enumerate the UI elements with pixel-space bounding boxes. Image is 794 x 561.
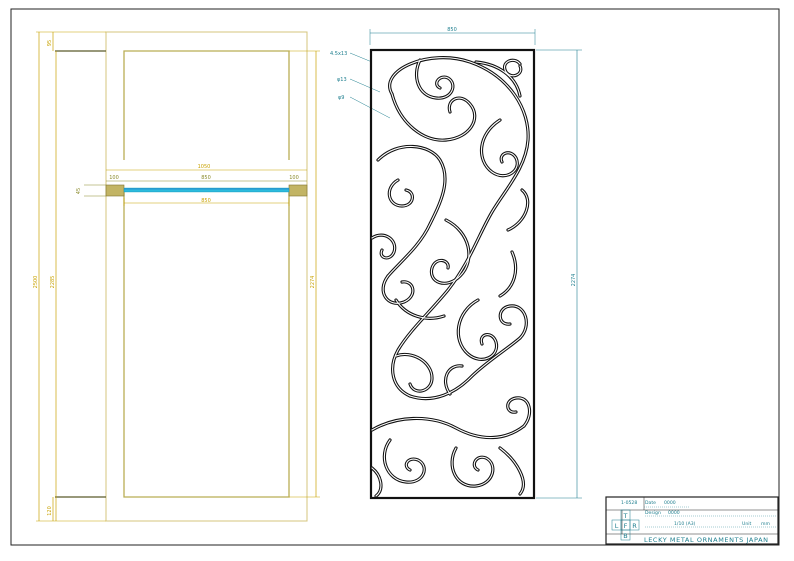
design-value: 0000 (668, 510, 680, 516)
design-label: Design (645, 510, 661, 516)
sheet-border (10, 8, 780, 546)
panel-dim-height: 2274 (571, 274, 577, 287)
dim-top: 95 (47, 40, 53, 46)
lower-opening (123, 192, 290, 498)
scale-value: 1/10 (A3) (674, 521, 696, 527)
dim-overall-height: 2500 (33, 276, 39, 289)
left-jamb-block (105, 184, 125, 197)
unit-label: Unit (742, 521, 752, 527)
callout-rod-13: φ13 (337, 77, 347, 83)
dim-panel-height: 2274 (310, 276, 316, 289)
section-detail: 1050 100 850 100 45 850 (76, 164, 308, 206)
date-label: Date (645, 500, 656, 506)
scrollwork-ornament (370, 56, 532, 498)
unit-value: mm (761, 522, 770, 527)
dim-left-jamb: 100 (109, 175, 119, 181)
outer-frame (105, 31, 308, 522)
dim-thickness: 45 (76, 188, 82, 194)
panel-view: 850 2274 4.5x13 φ13 φ9 (330, 27, 582, 500)
company-name: LECKY METAL ORNAMENTS JAPAN (644, 536, 769, 544)
dim-opening-width: 850 (201, 175, 211, 181)
view-right: R (632, 522, 637, 530)
view-top: T (623, 512, 628, 520)
dim-opening-height: 2285 (50, 276, 56, 289)
upper-opening (123, 50, 290, 160)
panel-dim-width: 850 (447, 27, 457, 33)
title-block: 1-0528 Date 0000 Design 0000 1/10 (A3) U… (605, 496, 779, 545)
dim-right-jamb: 100 (289, 175, 299, 181)
dim-inner-width: 850 (201, 198, 211, 204)
dim-width-overall: 1050 (198, 164, 211, 170)
drawing-number: 1-0528 (621, 500, 637, 506)
right-jamb-block (288, 184, 308, 197)
view-left: L (615, 522, 619, 530)
callout-bar: 4.5x13 (330, 51, 347, 57)
panel-frame (369, 48, 536, 500)
date-value: 0000 (664, 500, 676, 506)
dim-bottom: 120 (47, 506, 53, 516)
view-back: B (623, 532, 627, 540)
elevation-view: 2500 2285 2274 95 120 1050 100 850 100 4… (33, 31, 320, 522)
view-front: F (624, 522, 628, 530)
drawing-sheet: 2500 2285 2274 95 120 1050 100 850 100 4… (10, 8, 780, 546)
callout-rod-9: φ9 (338, 95, 344, 101)
